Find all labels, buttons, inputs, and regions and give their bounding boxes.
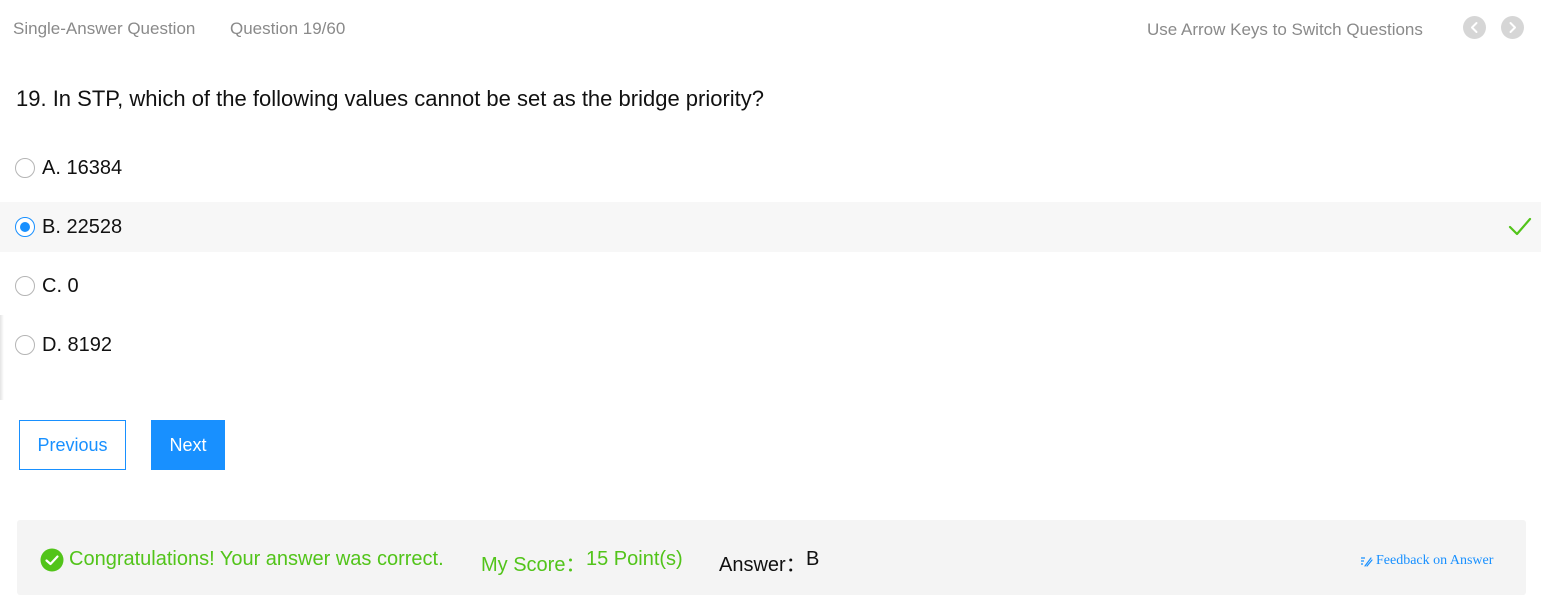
answer-value: B (806, 548, 820, 570)
next-button[interactable]: Next (151, 420, 225, 470)
question-type-label: Single-Answer Question (13, 19, 196, 38)
option-d-label: D. 8192 (42, 334, 113, 356)
result-message: Congratulations! Your answer was correct… (69, 548, 444, 570)
feedback-edit-icon (1361, 556, 1373, 567)
side-panel-edge (0, 315, 4, 400)
option-b-radio[interactable] (15, 217, 35, 237)
chevron-right-icon (1509, 22, 1516, 33)
option-d[interactable]: D. 8192 (0, 320, 1541, 370)
question-text: 19. In STP, which of the following value… (16, 86, 765, 111)
score-value: 15 Point(s) (586, 548, 683, 570)
option-a[interactable]: A. 16384 (0, 143, 1541, 193)
chevron-left-icon (1471, 22, 1478, 33)
exam-page: Single-Answer Question Question 19/60 Us… (0, 0, 1565, 599)
option-c[interactable]: C. 0 (0, 261, 1541, 311)
option-a-radio[interactable] (15, 158, 35, 178)
header-bar: Single-Answer Question Question 19/60 Us… (0, 0, 1565, 58)
option-d-radio[interactable] (15, 335, 35, 355)
option-a-label: A. 16384 (42, 157, 123, 179)
option-b-label: B. 22528 (42, 216, 123, 238)
option-c-radio[interactable] (15, 276, 35, 296)
answer-label: Answer： (719, 554, 806, 576)
previous-question-button[interactable] (1463, 16, 1486, 39)
feedback-link[interactable]: Feedback on Answer (1360, 553, 1493, 569)
feedback-label: Feedback on Answer (1376, 553, 1494, 568)
option-c-label: C. 0 (42, 275, 79, 297)
previous-button[interactable]: Previous (19, 420, 126, 470)
result-panel: Congratulations! Your answer was correct… (17, 520, 1526, 595)
keyboard-hint: Use Arrow Keys to Switch Questions (1147, 20, 1423, 39)
question-counter: Question 19/60 (230, 19, 346, 38)
score-label: My Score： (481, 554, 586, 576)
option-b[interactable]: B. 22528 (0, 202, 1541, 252)
check-icon (1508, 217, 1532, 236)
check-circle-icon (40, 548, 64, 572)
next-question-button[interactable] (1501, 16, 1524, 39)
